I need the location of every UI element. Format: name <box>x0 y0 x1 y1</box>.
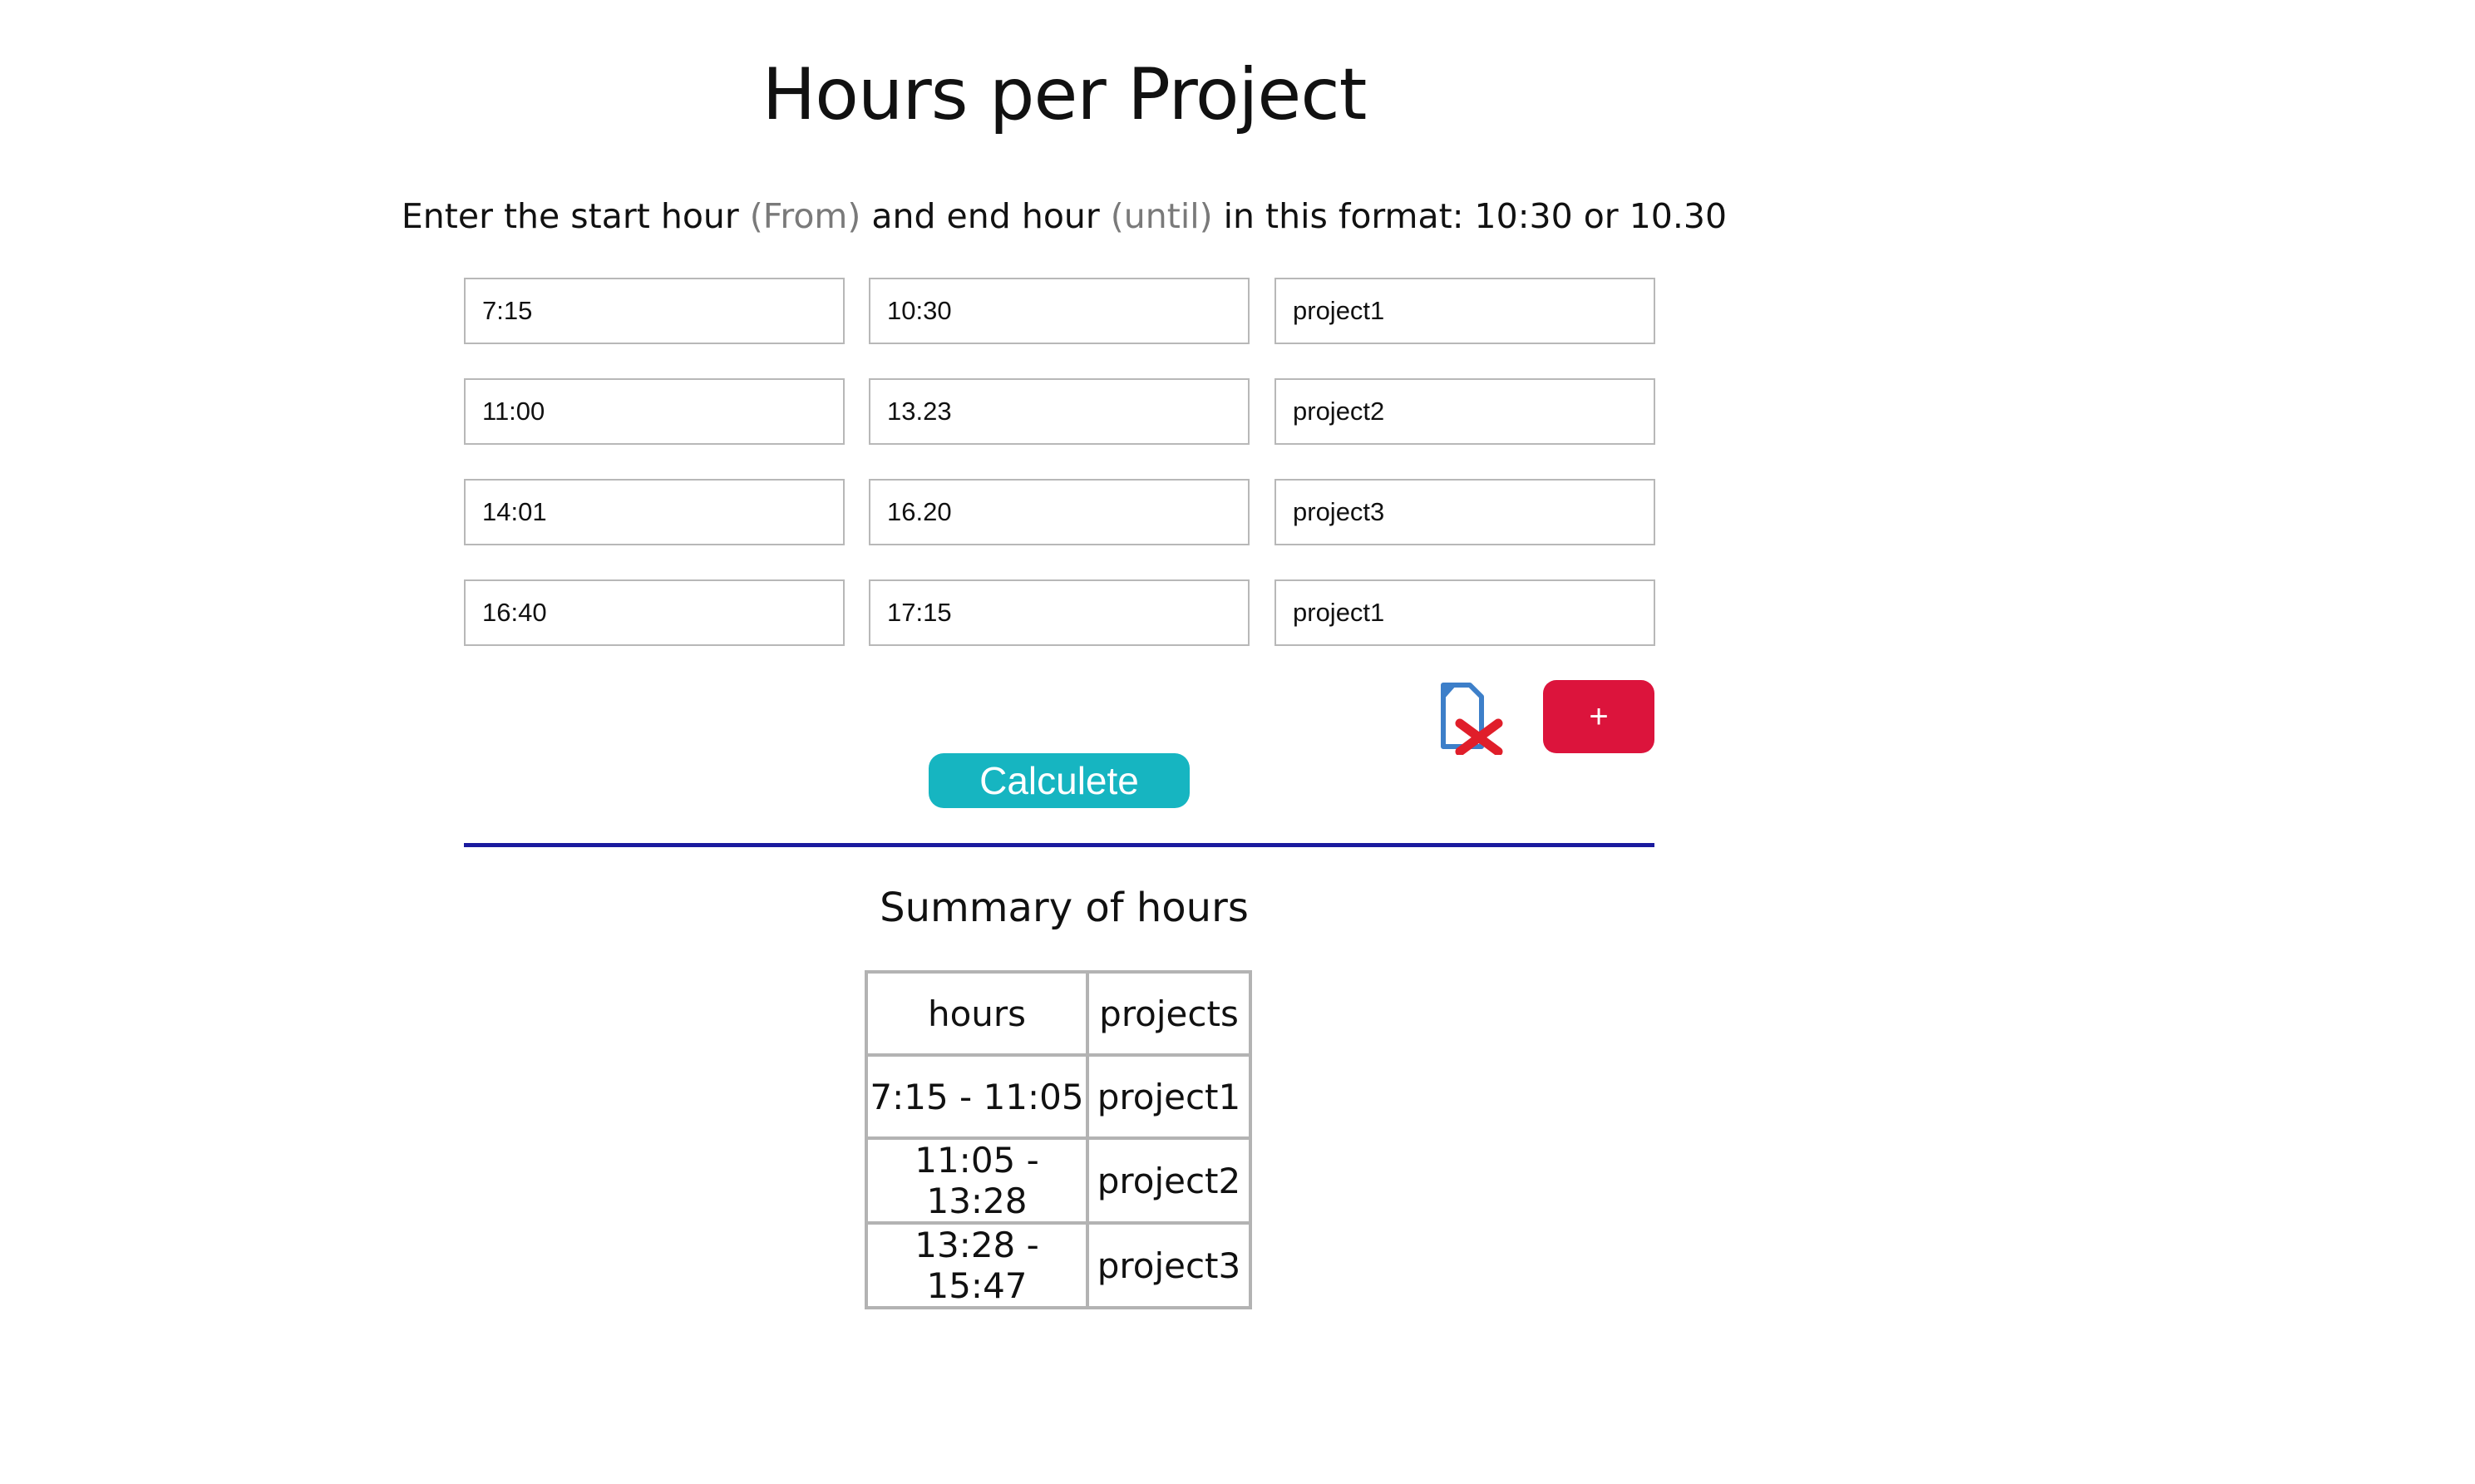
instructions-part-3: in this format: 10:30 or 10.30 <box>1212 196 1728 236</box>
hours-cell: 7:15 - 11:05 <box>865 1053 1089 1140</box>
add-row-button[interactable]: + <box>1543 680 1654 753</box>
until-input-2[interactable] <box>869 378 1250 445</box>
until-input-1[interactable] <box>869 278 1250 344</box>
project-input-3[interactable] <box>1274 479 1655 545</box>
header-hours: hours <box>865 970 1089 1057</box>
instructions-part-1: Enter the start hour <box>401 196 750 236</box>
calculate-button[interactable]: Calculete <box>929 753 1190 808</box>
instructions-part-2: and end hour <box>860 196 1111 236</box>
summary-title: Summary of hours <box>880 885 1249 931</box>
table-row: 13:28 - 15:47 project3 <box>865 1221 1252 1309</box>
project-input-2[interactable] <box>1274 378 1655 445</box>
project-cell: project1 <box>1086 1053 1252 1140</box>
until-input-4[interactable] <box>869 579 1250 646</box>
from-input-2[interactable] <box>464 378 845 445</box>
table-row: 7:15 - 11:05 project1 <box>865 1053 1252 1140</box>
hours-cell: 13:28 - 15:47 <box>865 1221 1089 1309</box>
project-input-4[interactable] <box>1274 579 1655 646</box>
hours-cell: 11:05 - 13:28 <box>865 1136 1089 1225</box>
project-cell: project2 <box>1086 1136 1252 1225</box>
delete-file-icon[interactable] <box>1428 680 1503 755</box>
from-input-1[interactable] <box>464 278 845 344</box>
until-input-3[interactable] <box>869 479 1250 545</box>
header-projects: projects <box>1086 970 1252 1057</box>
project-input-1[interactable] <box>1274 278 1655 344</box>
project-cell: project3 <box>1086 1221 1252 1309</box>
table-row: 11:05 - 13:28 project2 <box>865 1136 1252 1225</box>
section-divider <box>464 843 1654 847</box>
instructions-text: Enter the start hour (From) and end hour… <box>0 196 2128 236</box>
from-input-4[interactable] <box>464 579 845 646</box>
page-title: Hours per Project <box>762 53 1368 136</box>
summary-table: hours projects 7:15 - 11:05 project1 11:… <box>865 970 1252 1309</box>
table-header-row: hours projects <box>865 970 1252 1057</box>
from-hint: (From) <box>749 196 861 236</box>
from-input-3[interactable] <box>464 479 845 545</box>
until-hint: (until) <box>1110 196 1213 236</box>
